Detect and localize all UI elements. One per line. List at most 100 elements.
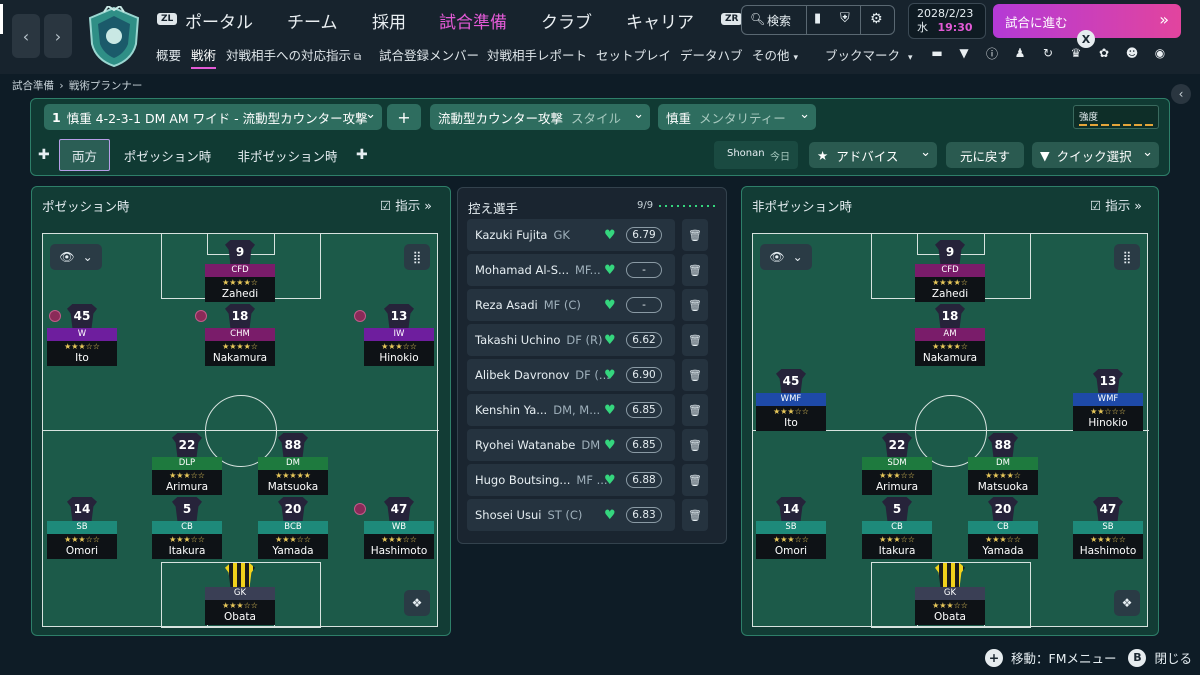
search-label[interactable]: 検索: [767, 12, 791, 29]
player-card[interactable]: 13 WMF ★★☆☆☆ Hinokio: [1073, 369, 1143, 433]
player-card[interactable]: GK ★★★☆☆ Obata: [915, 563, 985, 627]
trash-icon[interactable]: 🗑︎: [682, 254, 708, 286]
advice-button[interactable]: ★ アドバイス ⌄: [809, 142, 937, 168]
x-button-hint: X: [1077, 30, 1095, 48]
swap-icon[interactable]: ❖: [1114, 590, 1140, 616]
trash-icon[interactable]: 🗑︎: [682, 219, 708, 251]
tactic-select[interactable]: 1 慎重 4-2-3-1 DM AM ワイド - 流動型カウンター攻撃 ⌄: [44, 104, 382, 130]
trash-icon[interactable]: 🗑︎: [682, 394, 708, 426]
out-of-possession-instructions-button[interactable]: ☑ 指示 »: [1090, 195, 1142, 214]
shirt-number: 22: [178, 438, 196, 452]
info-icon[interactable]: ⓘ: [983, 44, 1001, 62]
club-shield-icon[interactable]: ⛨: [840, 11, 850, 26]
substitute-row[interactable]: Mohamad Al-S... MF... ♥ -: [467, 254, 675, 286]
mentality-select[interactable]: 慎重 メンタリティー ⌄: [658, 104, 816, 130]
gear-icon[interactable]: ⚙: [870, 11, 883, 27]
nav-club[interactable]: クラブ: [541, 8, 592, 33]
back-button[interactable]: ‹: [12, 14, 40, 58]
trash-icon[interactable]: 🗑︎: [682, 324, 708, 356]
player-role: DM: [258, 457, 328, 470]
subnav-more[interactable]: その他 ▾: [752, 45, 798, 64]
subnav-match-squad[interactable]: 試合登録メンバー: [379, 45, 479, 64]
inbox-icon[interactable]: ▬: [928, 44, 946, 62]
substitute-row[interactable]: Alibek Davronov DF (... ♥ 6.90: [467, 359, 675, 391]
substitute-row[interactable]: Kenshin Ya... DM, M... ♥ 6.85: [467, 394, 675, 426]
swap-icon[interactable]: ❖: [404, 590, 430, 616]
double-chevron-right-icon: »: [1134, 198, 1142, 213]
player-card[interactable]: 22 SDM ★★★☆☆ Arimura: [862, 433, 932, 497]
trash-icon[interactable]: 🗑︎: [682, 499, 708, 531]
player-card[interactable]: 20 BCB ★★★☆☆ Yamada: [258, 497, 328, 561]
view-toggle[interactable]: 👁︎ ⌄: [760, 244, 812, 270]
trash-icon[interactable]: 🗑︎: [682, 429, 708, 461]
nav-team[interactable]: チーム: [287, 8, 338, 33]
club-crest-icon[interactable]: [86, 6, 142, 68]
tab-out-of-possession[interactable]: 非ポゼッション時: [230, 139, 345, 171]
paw-icon[interactable]: ✿: [1095, 44, 1113, 62]
nav-career[interactable]: キャリア: [626, 8, 694, 33]
bookmark-icon[interactable]: ▮: [814, 11, 821, 26]
trash-icon[interactable]: 🗑︎: [682, 464, 708, 496]
subnav-overview[interactable]: 概要: [156, 45, 181, 64]
nav-match-prep[interactable]: 試合準備: [439, 8, 507, 33]
breadcrumb-parent[interactable]: 試合準備: [12, 80, 54, 92]
player-card[interactable]: 22 DLP ★★★☆☆ Arimura: [152, 433, 222, 497]
search-icon[interactable]: 🔍︎: [750, 12, 765, 26]
player-card[interactable]: 9 CFD ★★★★☆ Zahedi: [205, 240, 275, 304]
add-tactic-button[interactable]: +: [387, 104, 421, 130]
substitute-row[interactable]: Hugo Boutsing... MF ... ♥ 6.88: [467, 464, 675, 496]
trash-icon[interactable]: 🗑︎: [682, 359, 708, 391]
group-icon[interactable]: ☻: [1123, 44, 1141, 62]
subnav-tactics[interactable]: 戦術: [191, 45, 217, 69]
player-card[interactable]: 45 W ★★★☆☆ Ito: [47, 304, 117, 368]
player-card[interactable]: 5 CB ★★★☆☆ Itakura: [152, 497, 222, 561]
tab-both[interactable]: 両方: [59, 139, 110, 171]
undo-button[interactable]: 元に戻す: [946, 142, 1024, 168]
staff-icon[interactable]: ♟: [1011, 44, 1029, 62]
player-card[interactable]: GK ★★★☆☆ Obata: [205, 563, 275, 627]
bookmark-menu[interactable]: ブックマーク ▾: [825, 45, 913, 64]
collapse-chevron-icon[interactable]: ‹: [1171, 84, 1191, 104]
substitute-row[interactable]: Ryohei Watanabe DM ♥ 6.85: [467, 429, 675, 461]
player-card[interactable]: 47 SB ★★★☆☆ Hashimoto: [1073, 497, 1143, 561]
opponent-chip[interactable]: Shonan 今日: [714, 141, 798, 169]
player-card[interactable]: 88 DM ★★★★☆ Matsuoka: [968, 433, 1038, 497]
subnav-opposition-report[interactable]: 対戦相手レポート: [487, 45, 587, 64]
substitute-row[interactable]: Shosei Usui ST (C) ♥ 6.83: [467, 499, 675, 531]
divider: [860, 6, 861, 34]
refresh-icon[interactable]: ↻: [1039, 44, 1057, 62]
trash-icon[interactable]: 🗑︎: [682, 289, 708, 321]
nav-recruitment[interactable]: 採用: [372, 8, 406, 33]
nav-portal[interactable]: ポータル: [185, 8, 253, 33]
player-card[interactable]: 18 CHM ★★★★☆ Nakamura: [195, 304, 275, 368]
tab-in-possession[interactable]: ポゼッション時: [115, 139, 220, 171]
player-card[interactable]: 14 SB ★★★☆☆ Omori: [756, 497, 826, 561]
substitute-row[interactable]: Takashi Uchino DF (R) ♥ 6.62: [467, 324, 675, 356]
player-card[interactable]: 14 SB ★★★☆☆ Omori: [47, 497, 117, 561]
view-toggle[interactable]: 👁︎ ⌄: [50, 244, 102, 270]
substitute-row[interactable]: Reza Asadi MF (C) ♥ -: [467, 289, 675, 321]
grid-icon[interactable]: ⣿: [404, 244, 430, 270]
subnav-data-hub[interactable]: データハブ: [680, 45, 743, 64]
subnav-set-pieces[interactable]: セットプレイ: [596, 45, 671, 64]
subnav-opposition-instructions[interactable]: 対戦相手への対応指示 ⧉: [226, 45, 361, 64]
grid-icon[interactable]: ⣿: [1114, 244, 1140, 270]
player-card[interactable]: 45 WMF ★★★☆☆ Ito: [756, 369, 826, 433]
player-card[interactable]: 5 CB ★★★☆☆ Itakura: [862, 497, 932, 561]
player-card[interactable]: 88 DM ★★★★★ Matsuoka: [258, 433, 328, 497]
player-card[interactable]: 20 CB ★★★☆☆ Yamada: [968, 497, 1038, 561]
in-possession-instructions-button[interactable]: ☑ 指示 »: [380, 195, 432, 214]
player-card[interactable]: 13 IW ★★★☆☆ Hinokio: [354, 304, 434, 368]
style-select[interactable]: 流動型カウンター攻撃 スタイル ⌄: [430, 104, 650, 130]
kit-icon[interactable]: ▼: [955, 44, 973, 62]
scout-icon[interactable]: ◉: [1151, 44, 1169, 62]
forward-button[interactable]: ›: [44, 14, 72, 58]
close-hint[interactable]: 閉じる: [1154, 648, 1192, 667]
quick-select-button[interactable]: ▼ クイック選択 ⌄: [1032, 142, 1159, 168]
substitute-row[interactable]: Kazuki Fujita GK ♥ 6.79: [467, 219, 675, 251]
player-card[interactable]: 9 CFD ★★★★☆ Zahedi: [915, 240, 985, 304]
player-card[interactable]: 18 AM ★★★★☆ Nakamura: [915, 304, 985, 368]
player-name: Obata: [915, 611, 985, 625]
move-fm-menu-hint[interactable]: 移動：FMメニュー: [1011, 648, 1116, 667]
player-card[interactable]: 47 WB ★★★☆☆ Hashimoto: [354, 497, 434, 561]
